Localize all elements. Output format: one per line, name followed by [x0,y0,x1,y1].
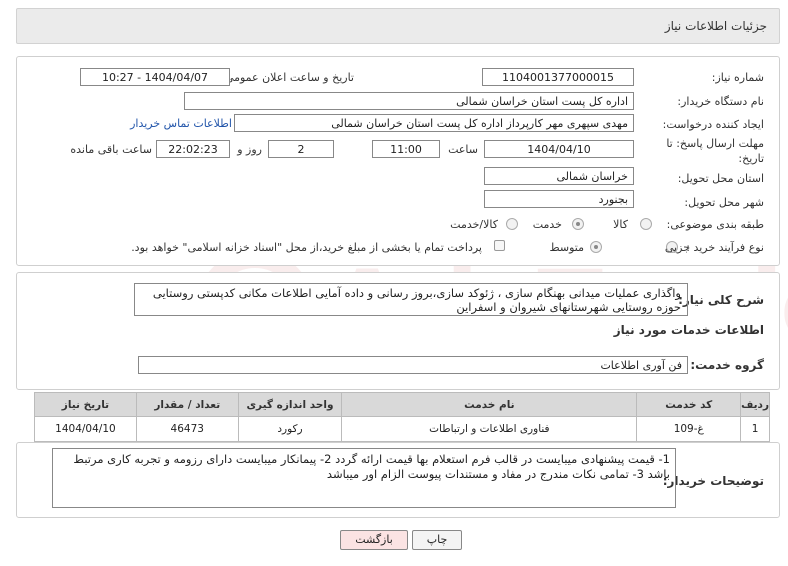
deadline-date-field: 1404/04/10 [484,140,634,158]
services-section-title: اطلاعات خدمات مورد نیاز [613,323,764,337]
time-label: ساعت [448,143,478,156]
buyer-org-field: اداره کل پست استان خراسان شمالی [184,92,634,110]
treasury-note: پرداخت تمام یا بخشی از مبلغ خرید،از محل … [131,241,482,254]
category-radio-service[interactable] [572,218,584,230]
col-service-code: کد خدمت [636,392,742,417]
description-label: شرح کلی نیاز: [678,293,764,307]
province-field: خراسان شمالی [484,167,634,185]
cell-quantity: 46473 [135,416,239,442]
category-option-service: خدمت [532,218,562,231]
page-header: جزئیات اطلاعات نیاز [16,8,780,44]
buyer-notes-label: توضیحات خریدار: [662,474,764,488]
cell-unit: رکورد [237,416,343,442]
category-option-goods: کالا [613,218,628,231]
col-service-name: نام خدمت [341,392,638,417]
buyer-notes-textarea: 1- قیمت پیشنهادی میبایست در قالب فرم است… [52,448,676,508]
description-textarea: واگذاری عملیات میدانی بهنگام سازی ، ژئوک… [134,283,688,316]
category-radio-goods[interactable] [640,218,652,230]
need-number-label: شماره نیاز: [711,71,764,84]
remaining-label: ساعت باقی مانده [70,143,152,156]
city-field: بجنورد [484,190,634,208]
process-option-medium: متوسط [549,241,584,254]
announce-label: تاریخ و ساعت اعلان عمومی: [221,71,354,84]
process-label: نوع فرآیند خرید : [686,241,764,254]
deadline-time-field: 11:00 [372,140,440,158]
services-table: ردیف کد خدمت نام خدمت واحد اندازه گیری ت… [34,392,770,442]
services-table-header: ردیف کد خدمت نام خدمت واحد اندازه گیری ت… [34,392,770,417]
table-row: 1 غ-109 فناوری اطلاعات و ارتباطات رکورد … [34,416,770,442]
cell-need-date: 1404/04/10 [34,416,137,442]
announce-field: 1404/04/07 - 10:27 [80,68,230,86]
category-label: طبقه بندی موضوعی: [666,218,764,231]
city-label: شهر محل تحویل: [684,196,764,209]
cell-service-code: غ-109 [636,416,742,442]
days-label: روز و [237,143,262,156]
service-group-label: گروه خدمت: [690,358,764,372]
treasury-checkbox[interactable] [494,240,505,251]
back-button[interactable]: بازگشت [340,530,408,550]
requester-field: مهدی سپهری مهر کارپرداز اداره کل پست است… [234,114,634,132]
remaining-time-field: 22:02:23 [156,140,230,158]
service-group-field: فن آوری اطلاعات [138,356,688,374]
requester-label: ایجاد کننده درخواست: [662,118,764,131]
col-row-number: ردیف [740,392,770,417]
process-radio-medium[interactable] [590,241,602,253]
deadline-label: مهلت ارسال پاسخ: تا تاریخ: [666,137,764,165]
cell-service-name: فناوری اطلاعات و ارتباطات [341,416,638,442]
cell-row-number: 1 [740,416,770,442]
col-need-date: تاریخ نیاز [34,392,137,417]
col-unit: واحد اندازه گیری [237,392,343,417]
process-option-minor: جزیی [664,241,690,254]
category-radio-goods-service[interactable] [506,218,518,230]
contact-info-link[interactable]: اطلاعات تماس خریدار [130,117,232,130]
category-option-goods-service: کالا/خدمت [450,218,498,231]
days-field: 2 [268,140,334,158]
page-title: جزئیات اطلاعات نیاز [664,19,767,33]
buyer-org-label: نام دستگاه خریدار: [677,95,764,108]
print-button[interactable]: چاپ [412,530,462,550]
province-label: استان محل تحویل: [677,172,764,185]
col-quantity: تعداد / مقدار [135,392,239,417]
need-number-field: 1104001377000015 [482,68,634,86]
